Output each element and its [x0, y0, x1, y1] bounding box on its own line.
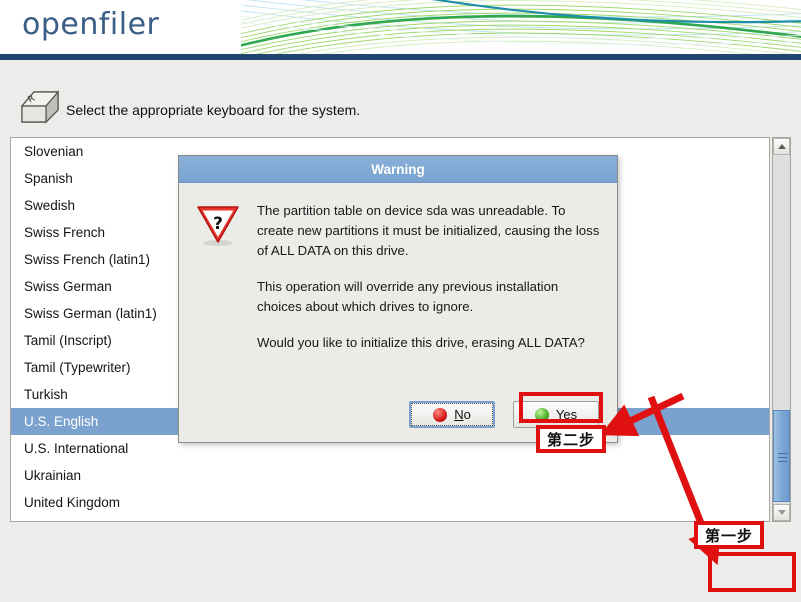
dialog-paragraph-3: Would you like to initialize this drive,… — [257, 335, 585, 350]
dialog-paragraph-2: This operation will override any previou… — [257, 279, 559, 314]
dialog-titlebar: Warning — [179, 156, 617, 183]
prompt-text: Select the appropriate keyboard for the … — [66, 102, 361, 118]
scrollbar-track[interactable] — [773, 155, 790, 504]
dialog-message: The partition table on device sda was un… — [257, 201, 601, 353]
no-button[interactable]: No — [409, 401, 495, 428]
header-swoosh-graphic — [241, 0, 801, 60]
annotation-box-next — [708, 552, 796, 592]
no-button-mnemonic: N — [454, 407, 464, 422]
svg-text:?: ? — [213, 214, 223, 234]
prompt-row: R Select the appropriate keyboard for th… — [0, 62, 801, 132]
app-header: openfiler — [0, 0, 801, 60]
dialog-body: ? The partition table on device sda was … — [179, 183, 617, 353]
list-scrollbar[interactable] — [772, 137, 791, 522]
footer-bar: Release Notes Back Next — [0, 533, 801, 602]
scrollbar-thumb[interactable] — [773, 410, 790, 502]
annotation-box-yes — [519, 392, 603, 423]
no-button-label: o — [463, 407, 471, 422]
warning-question-triangle-icon: ? — [197, 206, 239, 246]
dialog-paragraph-1: The partition table on device sda was un… — [257, 203, 600, 258]
red-led-icon — [433, 407, 448, 422]
dialog-title: Warning — [371, 161, 425, 177]
annotation-label-step-two: 第二步 — [536, 425, 606, 453]
openfiler-logo: openfiler — [22, 7, 160, 42]
list-item[interactable]: Ukrainian — [11, 462, 769, 489]
keyboard-key-icon: R — [20, 90, 60, 124]
chevron-down-icon[interactable] — [773, 504, 790, 521]
list-item[interactable]: United Kingdom — [11, 489, 769, 516]
annotation-label-step-one: 第一步 — [694, 521, 764, 549]
chevron-up-icon[interactable] — [773, 138, 790, 155]
installer-window: openfiler R Select the appropriate keybo… — [0, 0, 801, 602]
